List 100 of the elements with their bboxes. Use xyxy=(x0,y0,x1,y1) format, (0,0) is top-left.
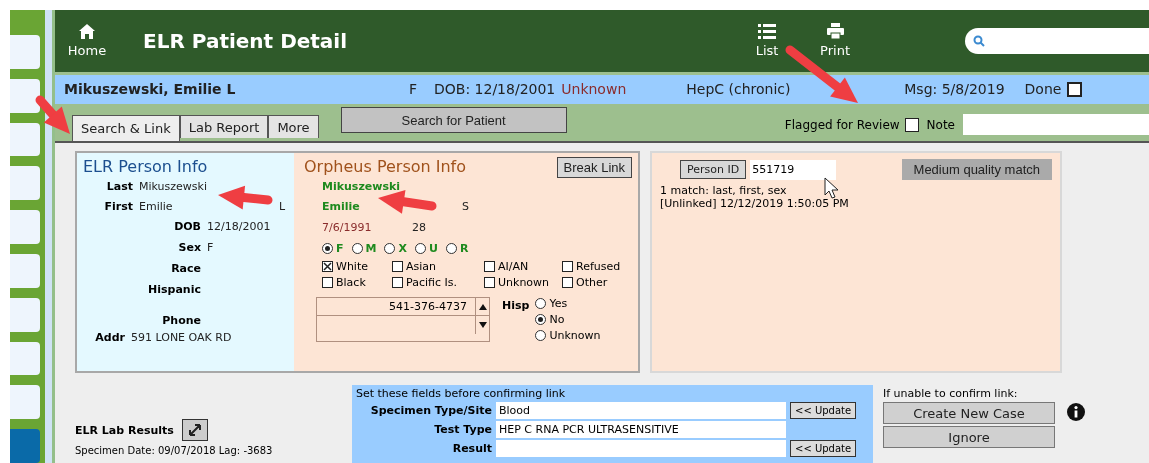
sex-radio[interactable]: M xyxy=(351,241,377,255)
patient-sex: F xyxy=(409,81,419,98)
flagged-checkbox[interactable] xyxy=(904,117,919,132)
expand-icon xyxy=(187,423,202,437)
search-field[interactable] xyxy=(965,27,1149,54)
print-button[interactable]: Print xyxy=(810,23,861,59)
home-button[interactable]: Home xyxy=(59,23,115,58)
race-checkbox[interactable]: Black xyxy=(322,276,384,289)
annotation-arrow xyxy=(378,189,437,214)
page-title: ELR Patient Detail xyxy=(143,28,348,53)
race-checkbox[interactable]: AI/AN xyxy=(484,260,554,273)
race-checkbox[interactable]: Other xyxy=(562,276,624,289)
patient-name: Mikuszewski, Emilie L xyxy=(64,81,237,98)
sex-radio[interactable]: U xyxy=(414,241,438,255)
tab[interactable]: More xyxy=(268,115,319,138)
field-label: Last xyxy=(105,179,133,193)
sidebar-tab[interactable] xyxy=(10,341,40,376)
unable-label: If unable to confirm link: xyxy=(883,387,1019,400)
field-value: Mikuszewski xyxy=(139,179,207,193)
field-label: Phone xyxy=(161,314,201,327)
expand-button[interactable] xyxy=(181,419,208,441)
sidebar-tab[interactable] xyxy=(10,385,40,420)
scroll-down-icon xyxy=(478,322,487,328)
update-button[interactable]: << Update xyxy=(790,402,857,419)
field-label: Hispanic xyxy=(147,282,201,296)
message-date: Msg: 5/8/2019 xyxy=(904,81,1005,98)
match-info-text: 1 match: last, first, sex xyxy=(660,184,787,197)
create-case-button[interactable]: Create New Case xyxy=(883,402,1055,424)
info-icon xyxy=(1067,403,1085,421)
condition-label: HepC (chronic) xyxy=(686,81,792,98)
sex-radio[interactable]: F xyxy=(322,241,344,255)
text-field[interactable]: Blood xyxy=(496,402,786,419)
tab[interactable]: Lab Report xyxy=(179,115,269,138)
field-label: Specimen Type/Site xyxy=(369,403,492,418)
phone-value: 541-376-4737 xyxy=(317,298,475,316)
field-value: 7/6/1991 xyxy=(322,220,373,234)
match-quality-badge: Medium quality match xyxy=(901,159,1052,180)
field-value: Emilie xyxy=(322,199,360,213)
x-mark-icon xyxy=(323,262,332,271)
sidebar-tab[interactable] xyxy=(10,122,40,157)
hispanic-radio[interactable]: No xyxy=(535,313,601,326)
hispanic-radio[interactable]: Yes xyxy=(535,297,601,310)
dob-status: Unknown xyxy=(561,81,628,98)
done-label: Done xyxy=(1024,81,1062,98)
home-icon xyxy=(79,23,95,39)
list-icon xyxy=(758,23,777,39)
field-label: Race xyxy=(170,262,201,275)
annotation-arrow xyxy=(218,185,273,210)
field-value: S xyxy=(462,199,469,213)
search-patient-button[interactable]: Search for Patient xyxy=(340,107,567,133)
text-field[interactable]: HEP C RNA PCR ULTRASENSITIVE xyxy=(496,421,786,438)
race-checkbox[interactable]: White xyxy=(322,260,384,273)
scroll-up-icon xyxy=(478,303,487,310)
lab-results-title: ELR Lab Results xyxy=(75,423,174,437)
sidebar-tab[interactable] xyxy=(10,297,40,332)
cursor-icon xyxy=(824,177,840,199)
sidebar-tab[interactable] xyxy=(10,78,40,113)
field-value: 591 LONE OAK RD xyxy=(131,330,232,344)
specimen-text: Specimen Date: 09/07/2018 Lag: -3683 xyxy=(75,445,273,457)
patient-dob: DOB: 12/18/2001 xyxy=(434,81,556,98)
section-title: ELR Person Info xyxy=(83,157,209,176)
flagged-label: Flagged for Review xyxy=(784,117,900,132)
done-checkbox[interactable] xyxy=(1067,81,1083,97)
field-value: L xyxy=(279,199,286,213)
age-value: 28 xyxy=(412,220,426,234)
person-id-button[interactable]: Person ID xyxy=(680,160,747,179)
field-label: Result xyxy=(451,441,492,456)
break-link-button[interactable]: Break Link xyxy=(556,157,632,178)
field-label: First xyxy=(103,199,133,213)
hispanic-radio[interactable]: Unknown xyxy=(535,329,601,342)
field-value: F xyxy=(207,241,214,254)
race-checkbox[interactable]: Refused xyxy=(562,260,624,273)
update-button[interactable]: << Update xyxy=(790,440,857,457)
sex-radio[interactable]: X xyxy=(384,241,407,255)
race-checkbox[interactable]: Unknown xyxy=(484,276,554,289)
note-label: Note xyxy=(926,117,955,132)
sidebar-tab[interactable] xyxy=(10,166,40,201)
field-label: Sex xyxy=(177,241,201,254)
search-icon xyxy=(973,34,985,47)
field-value: Mikuszewski xyxy=(322,179,401,193)
list-button[interactable]: List xyxy=(742,23,793,58)
text-field[interactable] xyxy=(496,440,786,457)
match-info-text: [Unlinked] 12/12/2019 1:50:05 PM xyxy=(660,197,849,210)
tab[interactable]: Search & Link xyxy=(72,115,180,141)
race-checkbox[interactable]: Asian xyxy=(392,260,476,273)
annotation-arrow xyxy=(35,95,70,134)
section-title: Orpheus Person Info xyxy=(304,157,466,176)
field-label: Hisp xyxy=(502,299,530,314)
field-label: DOB xyxy=(173,220,201,233)
note-field[interactable] xyxy=(963,114,1149,135)
person-id-field[interactable]: 551719 xyxy=(750,159,837,180)
race-checkbox[interactable]: Pacific Is. xyxy=(392,276,476,289)
ignore-button[interactable]: Ignore xyxy=(883,426,1055,448)
field-label: Addr xyxy=(94,330,125,344)
field-label: Test Type xyxy=(433,422,492,437)
printer-icon xyxy=(826,23,844,40)
sex-radio[interactable]: R xyxy=(445,241,469,255)
field-value: 12/18/2001 xyxy=(207,220,271,233)
field-value: Emilie xyxy=(139,199,173,213)
confirm-title: Set these fields before confirming link xyxy=(356,387,567,400)
